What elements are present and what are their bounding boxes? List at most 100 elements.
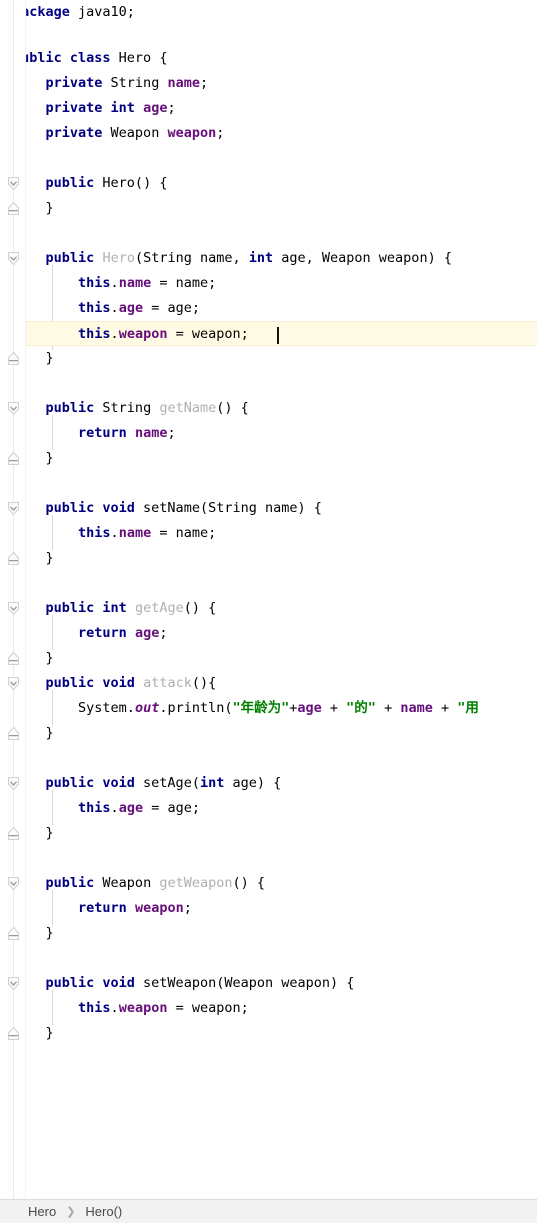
code-line[interactable]: private int age; [0,96,537,121]
code-token: age, Weapon weapon) { [273,250,452,266]
code-token: return [78,625,127,641]
fold-expand-icon[interactable] [6,251,21,266]
fold-collapse-icon[interactable] [6,551,21,566]
code-line[interactable] [0,371,537,396]
code-line[interactable] [0,571,537,596]
code-line[interactable]: this.weapon = weapon; [0,996,537,1021]
code-line[interactable]: private String name; [0,71,537,96]
code-token: public [45,875,95,891]
code-line[interactable]: return weapon; [0,896,537,921]
code-line[interactable]: public Hero(String name, int age, Weapon… [0,246,537,271]
code-line[interactable] [0,746,537,771]
fold-expand-icon[interactable] [6,776,21,791]
code-line[interactable]: this.age = age; [0,296,537,321]
code-line[interactable]: } [0,446,537,471]
code-token: String [94,400,160,416]
fold-collapse-icon[interactable] [6,1026,21,1041]
fold-expand-icon[interactable] [6,676,21,691]
fold-expand-icon[interactable] [6,976,21,991]
code-token: Hero [102,250,135,266]
code-line[interactable] [0,946,537,971]
code-line[interactable]: } [0,346,537,371]
code-line[interactable]: private Weapon weapon; [0,121,537,146]
code-token: setName(String name) { [134,500,322,516]
code-line[interactable]: } [0,546,537,571]
code-line[interactable]: } [0,821,537,846]
code-line[interactable] [0,846,537,871]
code-line[interactable]: public String getName() { [0,396,537,421]
code-line-text: this.weapon = weapon; [13,322,249,347]
code-line[interactable]: public void attack(){ [0,671,537,696]
code-token: age [118,300,144,316]
fold-collapse-icon[interactable] [6,826,21,841]
fold-expand-icon[interactable] [6,176,21,191]
code-line[interactable]: this.age = age; [0,796,537,821]
code-token: setWeapon(Weapon weapon) { [134,975,355,991]
code-line[interactable]: public class Hero { [0,46,537,71]
code-token: } [45,450,54,466]
code-line[interactable]: public Hero() { [0,171,537,196]
code-line[interactable]: public void setWeapon(Weapon weapon) { [0,971,537,996]
fold-collapse-icon[interactable] [6,201,21,216]
code-token: ; [199,75,209,91]
code-line[interactable]: } [0,1021,537,1046]
code-line[interactable]: } [0,1046,537,1071]
code-token: int [248,250,274,266]
code-line[interactable]: this.weapon = weapon; [0,321,537,346]
fold-expand-icon[interactable] [6,501,21,516]
code-token: public int [45,600,127,616]
code-line[interactable]: this.name = name; [0,521,537,546]
fold-collapse-icon[interactable] [6,351,21,366]
fold-expand-icon[interactable] [6,876,21,891]
code-line[interactable]: this.name = name; [0,271,537,296]
code-line[interactable]: } [0,921,537,946]
code-token: . [110,300,119,316]
code-token: } [45,650,54,666]
fold-gutter[interactable] [0,0,26,1199]
code-token: } [45,200,54,216]
breadcrumb[interactable]: Hero ❯ Hero() [0,1199,537,1223]
code-line-text: public void setAge(int age) { [13,771,282,796]
code-line[interactable]: System.out.println("年龄为"+age + "的" + nam… [0,696,537,721]
fold-collapse-icon[interactable] [6,651,21,666]
fold-collapse-icon[interactable] [6,926,21,941]
fold-expand-icon[interactable] [6,601,21,616]
code-token: Hero { [110,50,168,66]
code-token: name [167,75,200,91]
breadcrumb-item[interactable]: Hero [26,1204,58,1219]
code-token: ; [159,625,168,641]
code-line[interactable]: package java10; [0,0,537,25]
code-line-text: private String name; [13,71,209,96]
code-text-area[interactable]: package java10; public class Hero { priva… [0,0,537,1199]
code-line[interactable]: public int getAge() { [0,596,537,621]
breadcrumb-item[interactable]: Hero() [83,1204,124,1219]
code-token: () { [216,400,249,416]
code-token: this [78,275,111,291]
code-line-text: this.name = name; [13,521,216,546]
code-line[interactable]: public void setAge(int age) { [0,771,537,796]
code-line[interactable]: } [0,196,537,221]
code-line-text: this.name = name; [13,271,216,296]
code-line[interactable]: } [0,721,537,746]
fold-collapse-icon[interactable] [6,451,21,466]
code-line[interactable]: public void setName(String name) { [0,496,537,521]
code-line[interactable]: return age; [0,621,537,646]
code-line[interactable] [0,221,537,246]
code-token: getName [159,400,217,416]
code-token: . [110,275,119,291]
code-token: name [134,425,168,441]
code-token: Hero() { [94,175,168,191]
code-token: weapon [118,1000,168,1016]
text-caret [277,327,279,344]
code-line[interactable]: return name; [0,421,537,446]
code-line[interactable]: public Weapon getWeapon() { [0,871,537,896]
code-token: weapon [134,900,184,916]
fold-collapse-icon[interactable] [6,726,21,741]
code-line[interactable]: } [0,646,537,671]
fold-expand-icon[interactable] [6,401,21,416]
code-token: return [78,425,127,441]
code-line[interactable] [0,471,537,496]
code-line[interactable] [0,146,537,171]
editor-viewport[interactable]: package java10; public class Hero { priva… [0,0,537,1199]
